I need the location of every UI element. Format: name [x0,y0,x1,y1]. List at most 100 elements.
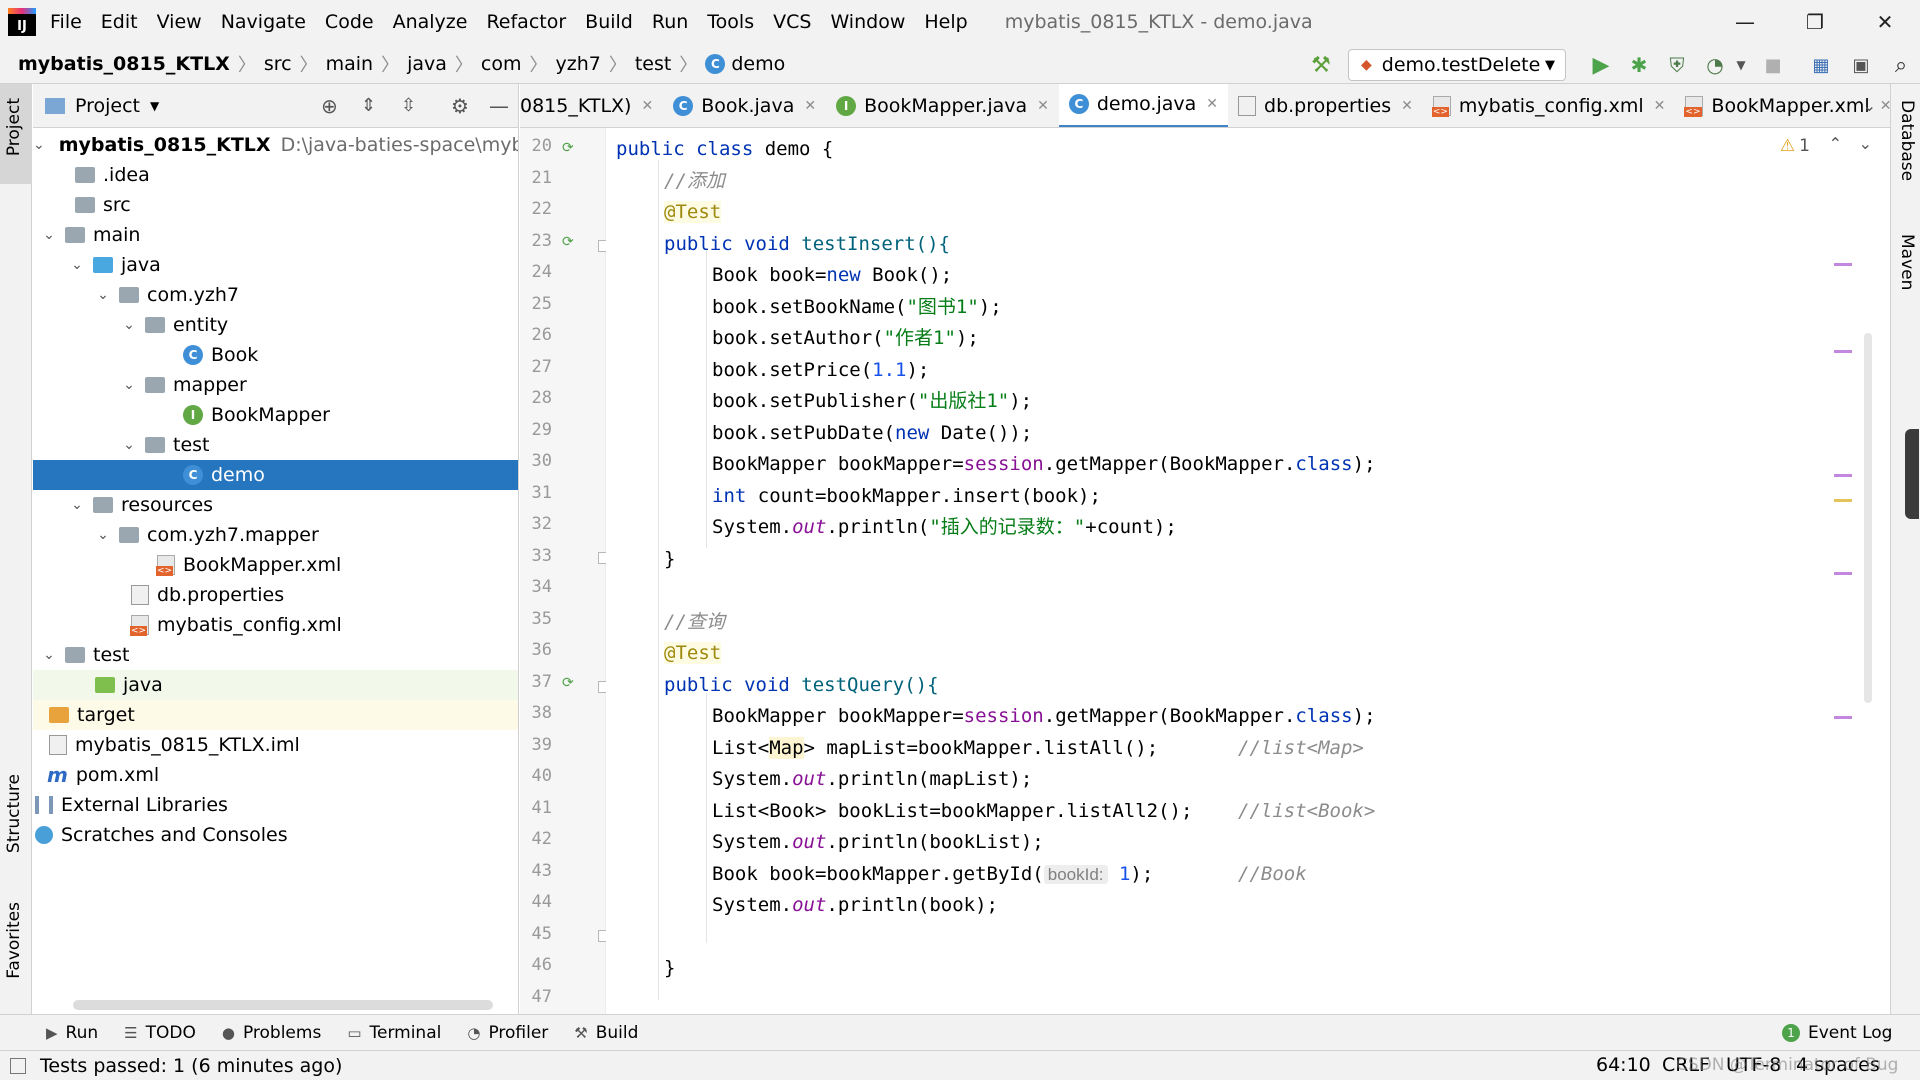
error-stripe-mark[interactable] [1834,572,1852,575]
tree-item-test-folder[interactable]: ⌄ test [33,640,518,670]
tab-demo-java[interactable]: C demo.java ✕ [1058,84,1229,127]
close-icon[interactable]: ✕ [1206,96,1218,112]
collapse-all-icon[interactable]: ⇳ [401,95,416,116]
maven-tool-tab[interactable]: Maven [1897,234,1917,290]
breadcrumb-test[interactable]: test [635,53,672,75]
error-stripe-mark[interactable] [1834,716,1852,719]
build-tool-button[interactable]: ⚒ Build [574,1023,638,1043]
error-stripe-mark[interactable] [1834,474,1852,477]
close-icon[interactable]: ✕ [1037,98,1049,114]
tree-item-scratches[interactable]: Scratches and Consoles [33,820,518,850]
previous-highlight-icon[interactable]: ⌃ [1829,134,1842,153]
tree-item-bookmapper[interactable]: I BookMapper [33,400,518,430]
project-tool-tab[interactable]: Project [4,98,24,156]
problems-tool-button[interactable]: ● Problems [222,1023,321,1043]
next-highlight-icon[interactable]: ⌄ [1859,134,1872,153]
close-icon[interactable]: ✕ [641,98,653,114]
menu-run[interactable]: Run [652,11,688,33]
menu-edit[interactable]: Edit [101,11,138,33]
scroll-map-handle[interactable] [1905,429,1919,519]
tab-bookmapper-java[interactable]: I BookMapper.java ✕ [826,84,1059,127]
tab-db-properties[interactable]: db.properties ✕ [1228,84,1423,127]
structure-tool-tab[interactable]: Structure [4,774,24,853]
breadcrumb-demo[interactable]: demo [731,53,785,75]
tree-item-java[interactable]: ⌄ java [33,250,518,280]
breadcrumb-yzh7[interactable]: yzh7 [555,53,600,75]
tree-item-book[interactable]: C Book [33,340,518,370]
close-icon[interactable]: ✕ [804,98,816,114]
tool-window-toggle-icon[interactable] [10,1057,26,1074]
vertical-scrollbar[interactable] [1864,333,1872,703]
chevron-down-icon[interactable]: ▼ [150,99,159,113]
hide-panel-icon[interactable]: — [489,94,509,118]
tree-item-entity[interactable]: ⌄ entity [33,310,518,340]
terminal-tool-button[interactable]: ▭ Terminal [347,1023,441,1043]
stop-icon[interactable]: ■ [1758,50,1788,80]
run-tool-button[interactable]: ▶ Run [46,1023,98,1043]
chevron-down-icon[interactable]: ▼ [1726,50,1756,80]
tree-item-bookmapper-xml[interactable]: BookMapper.xml [33,550,518,580]
tree-item-project-root[interactable]: ⌄ mybatis_0815_KTLX D:\java-baties-space… [33,130,518,160]
menu-analyze[interactable]: Analyze [393,11,468,33]
tab-mybatis-config[interactable]: mybatis_config.xml ✕ [1423,84,1676,127]
close-window-button[interactable]: ✕ [1850,0,1920,44]
tab-book-java[interactable]: C Book.java ✕ [663,84,826,127]
tab-bookmapper-xml[interactable]: BookMapper.xml ✕ [1675,84,1890,127]
breadcrumb-project[interactable]: mybatis_0815_KTLX [18,53,230,75]
menu-code[interactable]: Code [325,11,374,33]
tree-item-main[interactable]: ⌄ main [33,220,518,250]
close-icon[interactable]: ✕ [1401,98,1413,114]
menu-help[interactable]: Help [924,11,967,33]
expand-all-icon[interactable]: ⇕ [361,95,376,116]
menu-refactor[interactable]: Refactor [486,11,566,33]
breadcrumb-java[interactable]: java [407,53,447,75]
warning-stripe-mark[interactable] [1834,499,1852,502]
tree-item-src[interactable]: src [33,190,518,220]
coverage-icon[interactable]: ⛨ [1662,50,1692,80]
tree-item-com-yzh7-mapper[interactable]: ⌄ com.yzh7.mapper [33,520,518,550]
favorites-tool-tab[interactable]: Favorites [4,902,24,979]
build-hammer-icon[interactable]: ⚒ [1306,50,1336,80]
profiler-tool-button[interactable]: ◔ Profiler [467,1023,548,1043]
status-message[interactable]: Tests passed: 1 (6 minutes ago) [40,1055,342,1077]
menu-navigate[interactable]: Navigate [221,11,306,33]
close-icon[interactable]: ✕ [1880,98,1890,114]
debug-icon[interactable]: ✱ [1624,50,1654,80]
horizontal-scrollbar[interactable] [73,1000,493,1010]
tree-item-idea[interactable]: .idea [33,160,518,190]
tree-item-target[interactable]: target [33,700,518,730]
project-structure-icon[interactable]: ▦ [1806,50,1836,80]
tree-item-test-package[interactable]: ⌄ test [33,430,518,460]
menu-build[interactable]: Build [585,11,633,33]
locate-icon[interactable]: ⊕ [321,94,338,118]
menu-tools[interactable]: Tools [707,11,754,33]
gear-icon[interactable]: ⚙ [451,94,469,118]
error-stripe-mark[interactable] [1834,263,1852,266]
chevron-down-icon[interactable]: ⌄ [1863,96,1876,115]
menu-window[interactable]: Window [830,11,905,33]
tree-item-pom[interactable]: m pom.xml [33,760,518,790]
todo-tool-button[interactable]: ☰ TODO [124,1023,196,1043]
tree-item-mapper[interactable]: ⌄ mapper [33,370,518,400]
tree-item-demo[interactable]: C demo [33,460,518,490]
inspection-widget[interactable]: ⚠ 1 [1780,136,1810,156]
database-tool-tab[interactable]: Database [1897,100,1917,181]
tree-item-iml[interactable]: mybatis_0815_KTLX.iml [33,730,518,760]
close-icon[interactable]: ✕ [1654,98,1666,114]
run-test-icon[interactable]: ⟳ [562,675,580,693]
menu-file[interactable]: File [50,11,82,33]
layout-icon[interactable]: ▣ [1846,50,1876,80]
run-configuration-select[interactable]: ◆ demo.testDelete ▼ [1348,49,1566,81]
run-test-icon[interactable]: ⟳ [562,140,580,158]
run-test-icon[interactable]: ⟳ [562,234,580,252]
minimize-button[interactable]: — [1710,0,1780,44]
tree-item-test-java[interactable]: java [33,670,518,700]
menu-view[interactable]: View [157,11,202,33]
menu-vcs[interactable]: VCS [773,11,811,33]
breadcrumb-main[interactable]: main [326,53,373,75]
caret-position[interactable]: 64:10 [1596,1050,1651,1080]
breadcrumb-com[interactable]: com [481,53,522,75]
tab-partial-project[interactable]: 0815_KTLX) ✕ [520,84,663,127]
search-icon[interactable]: ⌕ [1886,50,1916,80]
project-panel-title[interactable]: Project [75,95,140,117]
